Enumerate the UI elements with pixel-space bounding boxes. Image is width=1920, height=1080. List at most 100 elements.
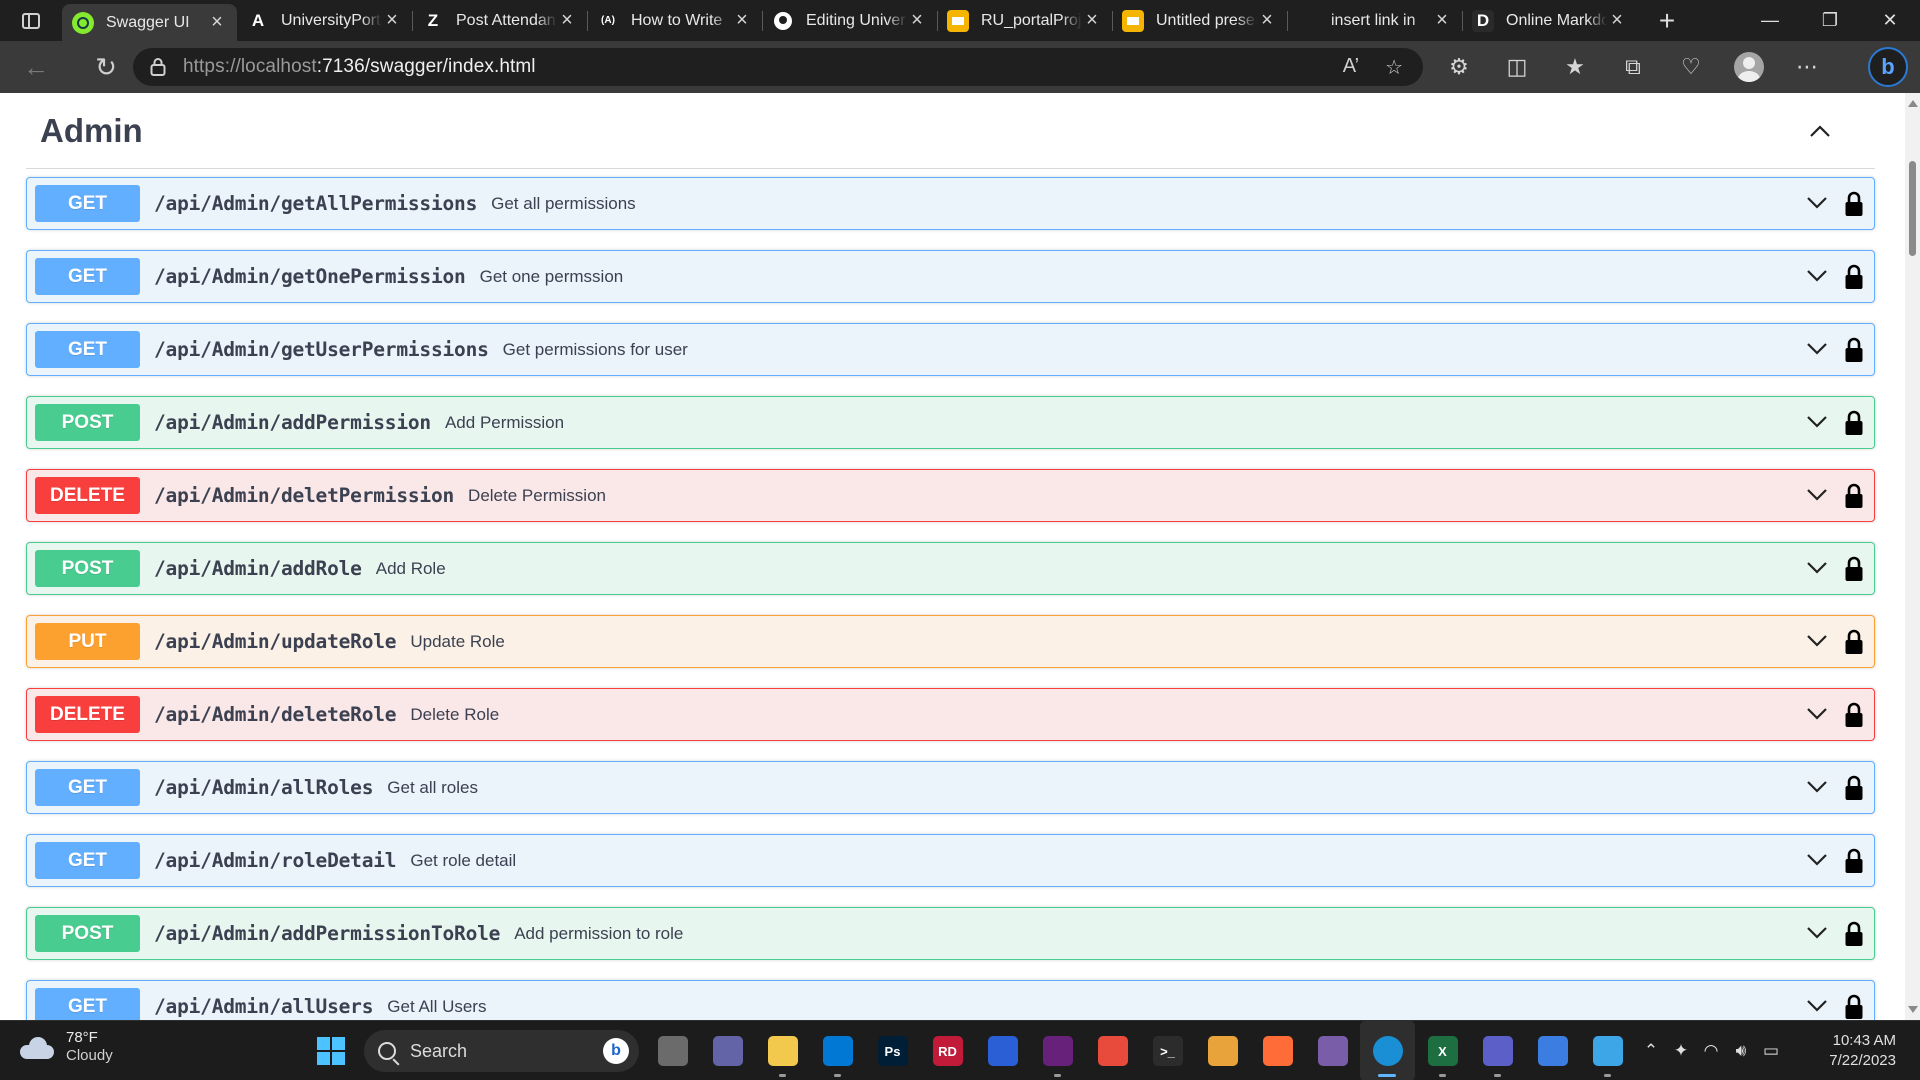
- clock[interactable]: 10:43 AM 7/22/2023: [1796, 1031, 1896, 1071]
- taskbar-app-photoshop[interactable]: Ps: [865, 1021, 920, 1080]
- read-aloud-icon[interactable]: A’: [1343, 55, 1359, 80]
- lock-icon[interactable]: [1844, 410, 1864, 436]
- tab-close-icon[interactable]: ×: [732, 9, 752, 32]
- scroll-down-arrow-icon[interactable]: [1908, 1006, 1918, 1013]
- lock-icon[interactable]: [1844, 337, 1864, 363]
- start-button[interactable]: [303, 1021, 358, 1080]
- taskbar-app-whiteboard[interactable]: [975, 1021, 1030, 1080]
- browser-tab[interactable]: insert link in ×: [1287, 0, 1462, 41]
- lock-icon[interactable]: [1844, 264, 1864, 290]
- settings-more-icon[interactable]: ⋯: [1778, 54, 1836, 80]
- browser-tab[interactable]: Untitled presentation×: [1112, 0, 1287, 41]
- chevron-down-icon[interactable]: [1806, 779, 1828, 795]
- profile-button[interactable]: [1720, 52, 1778, 82]
- scrollbar-thumb[interactable]: [1909, 161, 1916, 256]
- taskbar-app-file-explorer[interactable]: [755, 1021, 810, 1080]
- chevron-down-icon[interactable]: [1806, 925, 1828, 941]
- browser-tab[interactable]: A UniversityPortal ×: [237, 0, 412, 41]
- lock-icon[interactable]: [1844, 775, 1864, 801]
- taskbar-search[interactable]: Search b: [364, 1030, 639, 1072]
- browser-tab[interactable]: D Online Markdown×: [1462, 0, 1637, 41]
- favorite-star-icon[interactable]: ☆: [1385, 55, 1403, 80]
- bing-copilot-icon[interactable]: b: [1868, 47, 1908, 87]
- wifi-icon[interactable]: ◠: [1696, 1041, 1726, 1061]
- lock-icon[interactable]: [1844, 921, 1864, 947]
- operation-row[interactable]: PUT/api/Admin/updateRole Update Role: [26, 615, 1875, 668]
- operation-row[interactable]: DELETE/api/Admin/deletPermission Delete P…: [26, 469, 1875, 522]
- tab-close-icon[interactable]: ×: [907, 9, 927, 32]
- taskbar-app-teams-chat[interactable]: [700, 1021, 755, 1080]
- admin-section-header[interactable]: Admin: [26, 93, 1875, 169]
- lock-icon[interactable]: [1844, 483, 1864, 509]
- operation-row[interactable]: GET/api/Admin/roleDetail Get role detail: [26, 834, 1875, 887]
- lock-icon[interactable]: [1844, 848, 1864, 874]
- url-text[interactable]: https://localhost:7136/swagger/index.htm…: [183, 56, 536, 78]
- operation-row[interactable]: DELETE/api/Admin/deleteRole Delete Role: [26, 688, 1875, 741]
- scroll-up-arrow-icon[interactable]: [1908, 100, 1918, 107]
- tab-actions-menu-button[interactable]: [0, 0, 62, 41]
- chevron-down-icon[interactable]: [1806, 560, 1828, 576]
- taskbar-app-winrar[interactable]: [1305, 1021, 1360, 1080]
- show-hidden-icons-chevron-icon[interactable]: ⌃: [1636, 1041, 1666, 1061]
- address-bar[interactable]: https://localhost:7136/swagger/index.htm…: [133, 48, 1423, 86]
- site-lock-icon[interactable]: [133, 57, 183, 77]
- tab-close-icon[interactable]: ×: [1432, 9, 1452, 32]
- taskbar-app-terminal[interactable]: >_: [1140, 1021, 1195, 1080]
- browser-tab[interactable]: Swagger UI ×: [62, 4, 237, 41]
- chevron-down-icon[interactable]: [1806, 268, 1828, 284]
- tab-close-icon[interactable]: ×: [207, 11, 227, 34]
- tab-close-icon[interactable]: ×: [1607, 9, 1627, 32]
- lock-icon[interactable]: [1844, 629, 1864, 655]
- browser-tab[interactable]: RU_portalProject×: [937, 0, 1112, 41]
- extensions-icon[interactable]: ⚙: [1430, 54, 1488, 80]
- back-button[interactable]: ←: [12, 41, 60, 93]
- operation-row[interactable]: GET/api/Admin/getAllPermissions Get all p…: [26, 177, 1875, 230]
- lock-icon[interactable]: [1844, 702, 1864, 728]
- taskbar-app-edge[interactable]: [1360, 1021, 1415, 1080]
- browser-tab[interactable]: Editing University×: [762, 0, 937, 41]
- close-window-button[interactable]: ✕: [1860, 0, 1920, 41]
- taskbar-app-postman[interactable]: [1250, 1021, 1305, 1080]
- operation-row[interactable]: GET/api/Admin/getUserPermissions Get perm…: [26, 323, 1875, 376]
- collections-icon[interactable]: ⧉: [1604, 54, 1662, 80]
- chevron-down-icon[interactable]: [1806, 633, 1828, 649]
- browser-essentials-icon[interactable]: ♡: [1662, 54, 1720, 80]
- chevron-down-icon[interactable]: [1806, 195, 1828, 211]
- restore-button[interactable]: ❐: [1800, 0, 1860, 41]
- refresh-button[interactable]: ↻: [82, 41, 130, 93]
- taskbar-app-notepad[interactable]: [1580, 1021, 1635, 1080]
- chevron-down-icon[interactable]: [1806, 341, 1828, 357]
- taskbar-app-vscode[interactable]: [810, 1021, 865, 1080]
- weather-widget[interactable]: 78°F Cloudy: [20, 1029, 113, 1065]
- lock-icon[interactable]: [1844, 994, 1864, 1020]
- taskbar-app-visual-studio[interactable]: [1030, 1021, 1085, 1080]
- split-screen-icon[interactable]: ◫: [1488, 54, 1546, 80]
- chevron-down-icon[interactable]: [1806, 706, 1828, 722]
- page-scrollbar[interactable]: [1905, 93, 1920, 1020]
- taskbar-app-rider[interactable]: RD: [920, 1021, 975, 1080]
- taskbar-app-calendar[interactable]: [1525, 1021, 1580, 1080]
- taskbar-app-teams[interactable]: [1470, 1021, 1525, 1080]
- tab-close-icon[interactable]: ×: [382, 9, 402, 32]
- favorites-icon[interactable]: ★: [1546, 54, 1604, 80]
- browser-tab[interactable]: Z Post Attendance×: [412, 0, 587, 41]
- minimize-button[interactable]: —: [1740, 0, 1800, 41]
- tab-close-icon[interactable]: ×: [1257, 9, 1277, 32]
- lock-icon[interactable]: [1844, 556, 1864, 582]
- volume-icon[interactable]: 🔊︎: [1726, 1041, 1756, 1061]
- chevron-down-icon[interactable]: [1806, 414, 1828, 430]
- chevron-up-icon[interactable]: [1809, 120, 1831, 142]
- operation-row[interactable]: GET/api/Admin/allUsers Get All Users: [26, 980, 1875, 1020]
- operation-row[interactable]: GET/api/Admin/getOnePermission Get one pe…: [26, 250, 1875, 303]
- operation-row[interactable]: GET/api/Admin/allRoles Get all roles: [26, 761, 1875, 814]
- battery-icon[interactable]: ▭: [1756, 1041, 1786, 1061]
- operation-row[interactable]: POST/api/Admin/addPermissionToRole Add pe…: [26, 907, 1875, 960]
- tab-close-icon[interactable]: ×: [1082, 9, 1102, 32]
- chevron-down-icon[interactable]: [1806, 487, 1828, 503]
- teams-tray-icon[interactable]: ✦: [1666, 1041, 1696, 1061]
- operation-row[interactable]: POST/api/Admin/addPermission Add Permissi…: [26, 396, 1875, 449]
- new-tab-button[interactable]: +: [1647, 5, 1687, 37]
- taskbar-app-capcut[interactable]: [1085, 1021, 1140, 1080]
- taskbar-app-paint[interactable]: [1195, 1021, 1250, 1080]
- chevron-down-icon[interactable]: [1806, 852, 1828, 868]
